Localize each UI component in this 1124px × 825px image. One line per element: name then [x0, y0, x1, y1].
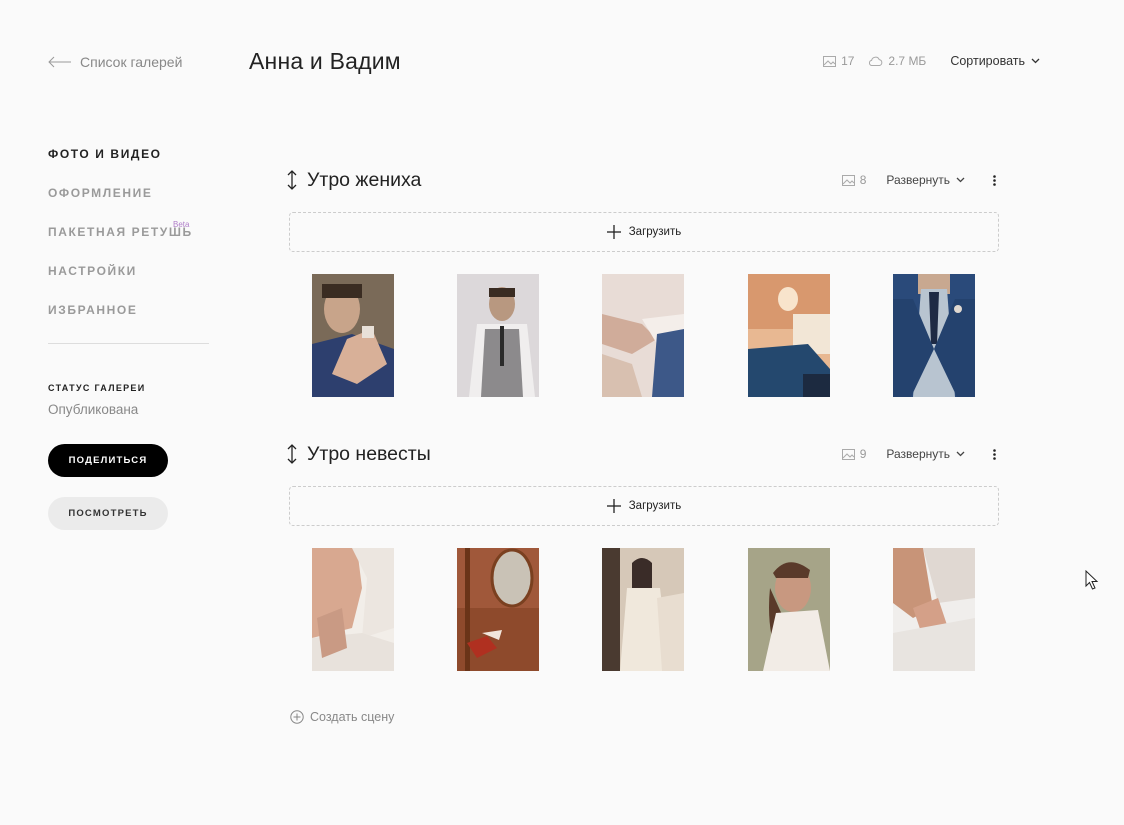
- photo-thumbnail[interactable]: [748, 274, 830, 397]
- scene-groom-morning: Утро жениха 8 Развернуть Загрузить: [285, 168, 1000, 397]
- image-icon: [823, 55, 837, 67]
- photo-thumbnail[interactable]: [602, 548, 684, 671]
- view-button[interactable]: ПОСМОТРЕТЬ: [48, 497, 168, 530]
- sidebar-item-favorites[interactable]: ИЗБРАННОЕ: [48, 302, 209, 341]
- storage-size: 2.7 МБ: [868, 54, 926, 68]
- plus-circle-icon: [290, 710, 304, 724]
- image-icon: [841, 448, 855, 460]
- expand-dropdown[interactable]: Развернуть: [886, 173, 965, 187]
- mouse-cursor-icon: [1085, 570, 1099, 590]
- sidebar-divider: [48, 343, 209, 344]
- back-link-label: Список галерей: [80, 54, 183, 70]
- plus-icon: [606, 225, 621, 239]
- beta-badge: Beta: [173, 220, 190, 229]
- cloud-icon: [869, 56, 883, 66]
- scene-photo-count: 9: [841, 447, 866, 461]
- header-meta: 17 2.7 МБ Сортировать: [823, 54, 1040, 68]
- back-to-galleries-link[interactable]: Список галерей: [48, 54, 182, 70]
- page-title: Анна и Вадим: [249, 48, 401, 74]
- photo-thumbnail[interactable]: [457, 274, 539, 397]
- photo-count: 17: [823, 54, 854, 68]
- drag-handle-icon[interactable]: [285, 169, 299, 191]
- chevron-down-icon: [956, 451, 965, 457]
- scene-bride-morning: Утро невесты 9 Развернуть Загрузить: [285, 442, 1000, 671]
- photo-thumbnail[interactable]: [312, 274, 394, 397]
- more-options-icon[interactable]: [988, 446, 1000, 462]
- chevron-down-icon: [956, 177, 965, 183]
- photo-thumbnail[interactable]: [893, 274, 975, 397]
- gallery-status-value: Опубликована: [48, 402, 139, 417]
- scene-title: Утро жениха: [307, 168, 422, 191]
- sort-dropdown[interactable]: Сортировать: [950, 54, 1040, 68]
- create-scene-button[interactable]: Создать сцену: [290, 710, 394, 724]
- sidebar-item-settings[interactable]: НАСТРОЙКИ: [48, 263, 209, 302]
- sidebar-item-batch-retouch[interactable]: ПАКЕТНАЯ РЕТУШЬ Beta: [48, 220, 209, 263]
- photo-thumbnail[interactable]: [312, 548, 394, 671]
- share-button[interactable]: ПОДЕЛИТЬСЯ: [48, 444, 168, 477]
- sidebar-item-photos-videos[interactable]: ФОТО И ВИДЕО: [48, 146, 209, 185]
- gallery-status-label: СТАТУС ГАЛЕРЕИ: [48, 383, 146, 393]
- scene-header: Утро невесты 9 Развернуть: [285, 442, 1000, 466]
- photo-thumbnail[interactable]: [602, 274, 684, 397]
- scene-photo-count: 8: [841, 173, 866, 187]
- scene-title: Утро невесты: [307, 442, 431, 465]
- photo-thumbnail[interactable]: [893, 548, 975, 671]
- upload-dropzone[interactable]: Загрузить: [289, 486, 999, 526]
- drag-handle-icon[interactable]: [285, 443, 299, 465]
- sidebar: ФОТО И ВИДЕО ОФОРМЛЕНИЕ ПАКЕТНАЯ РЕТУШЬ …: [48, 146, 209, 530]
- more-options-icon[interactable]: [988, 172, 1000, 188]
- arrow-left-icon: [48, 56, 71, 68]
- photo-grid: [285, 548, 1000, 671]
- photo-grid: [285, 274, 1000, 397]
- photo-thumbnail[interactable]: [457, 548, 539, 671]
- upload-dropzone[interactable]: Загрузить: [289, 212, 999, 252]
- expand-dropdown[interactable]: Развернуть: [886, 447, 965, 461]
- photo-thumbnail[interactable]: [748, 548, 830, 671]
- chevron-down-icon: [1031, 58, 1040, 64]
- image-icon: [841, 174, 855, 186]
- plus-icon: [606, 499, 621, 513]
- scene-header: Утро жениха 8 Развернуть: [285, 168, 1000, 192]
